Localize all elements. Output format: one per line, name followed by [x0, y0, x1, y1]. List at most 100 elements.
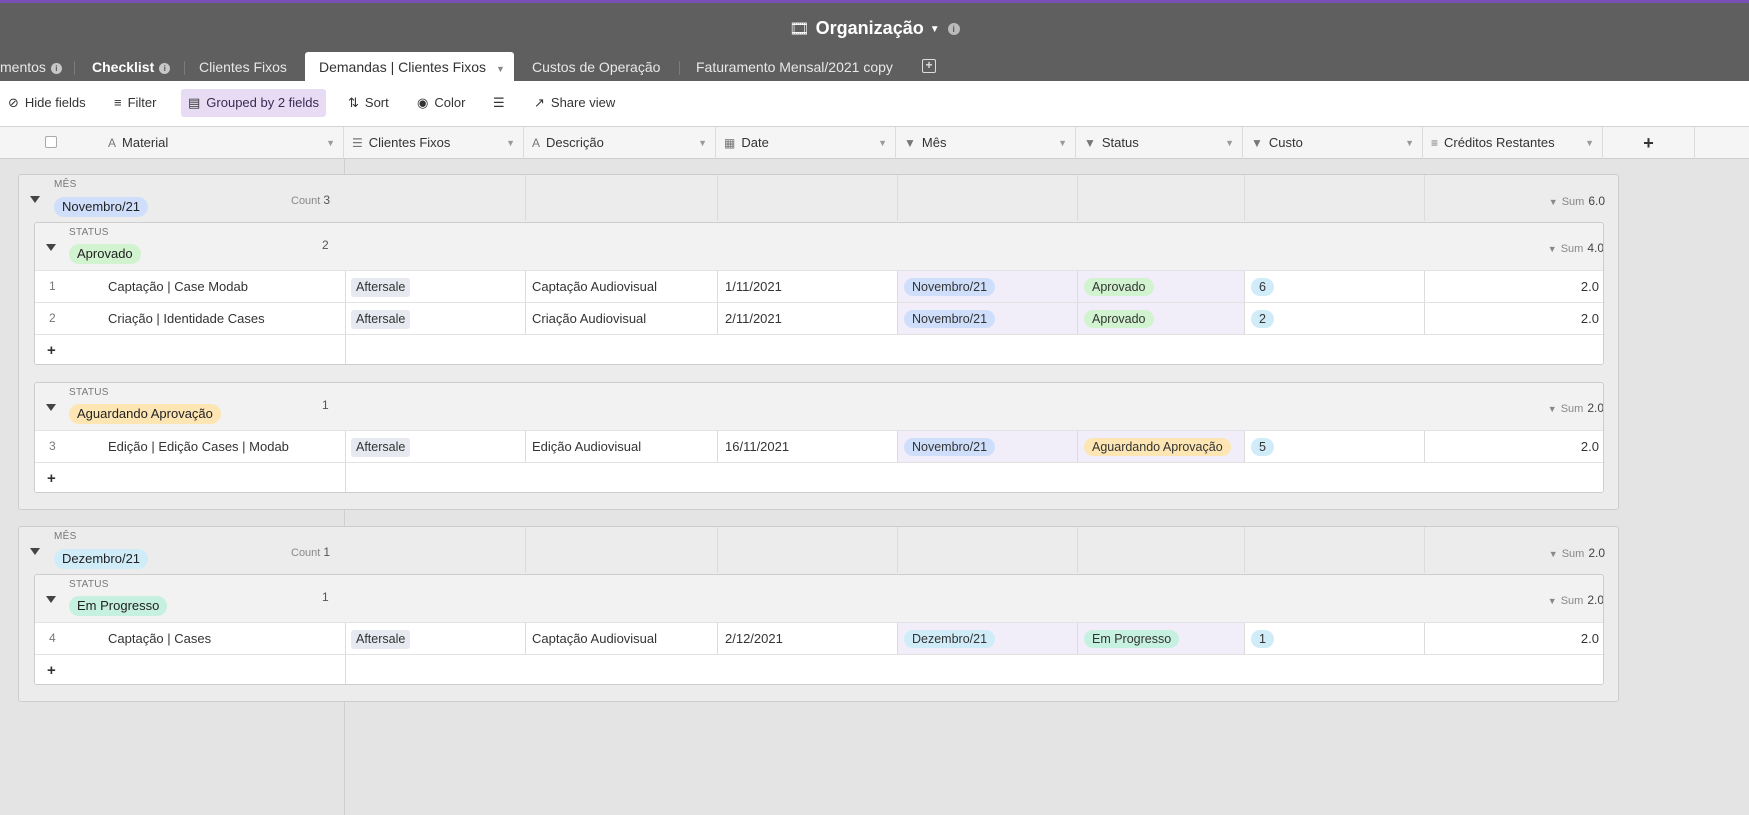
column-header-custo[interactable]: ▼ Custo ▼ [1243, 127, 1423, 159]
select-all-checkbox[interactable] [45, 136, 57, 148]
chevron-down-icon[interactable]: ▼ [1548, 404, 1557, 414]
cell-custo[interactable]: 5 [1251, 431, 1274, 462]
chevron-down-icon[interactable]: ▼ [698, 127, 707, 159]
group-status-aprovado: STATUS Aprovado 2 ▼ Sum 4.0 1 Captação | C… [34, 222, 1604, 365]
chevron-down-icon[interactable]: ▼ [496, 64, 505, 74]
chevron-down-icon[interactable]: ▼ [1058, 127, 1067, 159]
column-header-material[interactable]: A Material ▼ [100, 127, 344, 159]
cell-descricao[interactable]: Criação Audiovisual [532, 303, 646, 334]
info-icon[interactable]: i [947, 23, 960, 36]
cell-status[interactable]: Aguardando Aprovação [1078, 431, 1244, 462]
chevron-down-icon[interactable]: ▼ [1225, 127, 1234, 159]
add-record-button[interactable]: + [47, 463, 56, 492]
cell-date[interactable]: 2/11/2021 [725, 303, 782, 334]
cell-date[interactable]: 16/11/2021 [725, 431, 789, 462]
chevron-down-icon[interactable]: ▼ [326, 127, 335, 159]
chevron-down-icon[interactable]: ▼ [1548, 596, 1557, 606]
collapse-triangle-icon[interactable] [46, 596, 56, 603]
add-record-button[interactable]: + [47, 335, 56, 364]
column-header-date[interactable]: ▦ Date ▼ [716, 127, 896, 159]
table-row[interactable]: 2 Criação | Identidade Cases Aftersale C… [35, 302, 1603, 335]
add-field-button[interactable]: + [1603, 127, 1695, 159]
column-header-mes[interactable]: ▼ Mês ▼ [896, 127, 1076, 159]
cell-mes[interactable]: Novembro/21 [898, 431, 1077, 462]
linked-record-chip[interactable]: Aftersale [351, 630, 411, 649]
option-pill: Novembro/21 [904, 310, 996, 328]
add-table-icon[interactable]: + [922, 59, 936, 73]
row-height-button[interactable]: ☰ [486, 89, 512, 117]
cell-custo[interactable]: 6 [1251, 271, 1274, 302]
filter-button[interactable]: ≡ Filter [107, 89, 163, 117]
cell-descricao[interactable]: Captação Audiovisual [532, 623, 657, 654]
cell-material[interactable]: Edição | Edição Cases | Modab [108, 431, 289, 462]
tab-clientes-fixos[interactable]: Clientes Fixos [185, 52, 301, 84]
cell-clientes-fixos[interactable]: Aftersale [351, 431, 411, 462]
chevron-down-icon[interactable]: ▼ [1549, 549, 1558, 559]
cell-clientes-fixos[interactable]: Aftersale [351, 623, 411, 654]
cell-material[interactable]: Criação | Identidade Cases [108, 303, 265, 334]
cell-creditos-restantes[interactable]: 2.0 [1425, 623, 1603, 654]
collapse-triangle-icon[interactable] [46, 244, 56, 251]
add-record-button[interactable]: + [47, 655, 56, 684]
add-record-row[interactable]: + [35, 654, 1603, 684]
linked-record-chip[interactable]: Aftersale [351, 278, 411, 297]
chevron-down-icon[interactable]: ▼ [1548, 244, 1557, 254]
add-record-row[interactable]: + [35, 462, 1603, 492]
cell-clientes-fixos[interactable]: Aftersale [351, 303, 411, 334]
collapse-triangle-icon[interactable] [46, 404, 56, 411]
row-number: 3 [49, 439, 56, 453]
column-header-descricao[interactable]: A Descrição ▼ [524, 127, 716, 159]
chevron-down-icon[interactable]: ▼ [930, 24, 940, 35]
base-title[interactable]: 🎞 Organização ▼ i [0, 18, 1749, 39]
group-button[interactable]: ▤ Grouped by 2 fields [181, 89, 327, 117]
option-pill: Aprovado [1084, 278, 1154, 296]
collapse-triangle-icon[interactable] [30, 196, 40, 203]
info-icon[interactable]: i [50, 63, 62, 74]
column-header-creditos-restantes[interactable]: ≡ Créditos Restantes ▼ [1423, 127, 1603, 159]
tab-mentos[interactable]: mentos i [0, 52, 76, 84]
cell-date[interactable]: 2/12/2021 [725, 623, 783, 654]
tab-faturamento-mensal[interactable]: Faturamento Mensal/2021 copy [682, 52, 907, 84]
linked-record-chip[interactable]: Aftersale [351, 438, 411, 457]
cell-date[interactable]: 1/11/2021 [725, 271, 782, 302]
table-row[interactable]: 3 Edição | Edição Cases | Modab Aftersal… [35, 430, 1603, 463]
cell-mes[interactable]: Novembro/21 [898, 303, 1077, 334]
chevron-down-icon[interactable]: ▼ [1585, 127, 1594, 159]
cell-descricao[interactable]: Edição Audiovisual [532, 431, 641, 462]
cell-mes[interactable]: Novembro/21 [898, 271, 1077, 302]
chevron-down-icon[interactable]: ▼ [506, 127, 515, 159]
cell-mes[interactable]: Dezembro/21 [898, 623, 1077, 654]
chevron-down-icon[interactable]: ▼ [1405, 127, 1414, 159]
chevron-down-icon[interactable]: ▼ [1549, 197, 1558, 207]
table-row[interactable]: 4 Captação | Cases Aftersale Captação Au… [35, 622, 1603, 655]
option-pill: 6 [1251, 278, 1274, 296]
tab-checklist[interactable]: Checklist i [78, 52, 184, 84]
cell-clientes-fixos[interactable]: Aftersale [351, 271, 411, 302]
cell-creditos-restantes[interactable]: 2.0 [1425, 271, 1603, 302]
cell-creditos-restantes[interactable]: 2.0 [1425, 431, 1603, 462]
cell-descricao[interactable]: Captação Audiovisual [532, 271, 657, 302]
cell-creditos-restantes[interactable]: 2.0 [1425, 303, 1603, 334]
column-header-status[interactable]: ▼ Status ▼ [1076, 127, 1243, 159]
collapse-triangle-icon[interactable] [30, 548, 40, 555]
share-view-button[interactable]: ↗ Share view [527, 89, 622, 117]
add-record-row[interactable]: + [35, 334, 1603, 364]
linked-record-chip[interactable]: Aftersale [351, 310, 411, 329]
tab-custos-de-operacao[interactable]: Custos de Operação [518, 52, 674, 84]
cell-material[interactable]: Captação | Case Modab [108, 271, 248, 302]
chevron-down-icon[interactable]: ▼ [878, 127, 887, 159]
cell-status[interactable]: Aprovado [1078, 271, 1244, 302]
sort-button[interactable]: ⇅ Sort [341, 89, 396, 117]
cell-custo[interactable]: 1 [1251, 623, 1274, 654]
table-row[interactable]: 1 Captação | Case Modab Aftersale Captaç… [35, 270, 1603, 303]
info-icon[interactable]: i [159, 63, 171, 74]
group-sum: ▼ Sum 2.0 [1547, 593, 1604, 607]
color-button[interactable]: ◉ Color [410, 89, 472, 117]
column-header-clientes-fixos[interactable]: ☰ Clientes Fixos ▼ [344, 127, 524, 159]
cell-custo[interactable]: 2 [1251, 303, 1274, 334]
cell-material[interactable]: Captação | Cases [108, 623, 211, 654]
cell-status[interactable]: Aprovado [1078, 303, 1244, 334]
cell-status[interactable]: Em Progresso [1078, 623, 1244, 654]
hide-fields-button[interactable]: ⊘ Hide fields [1, 89, 93, 117]
tab-demandas-clientes-fixos[interactable]: Demandas | Clientes Fixos ▼ [305, 52, 514, 84]
